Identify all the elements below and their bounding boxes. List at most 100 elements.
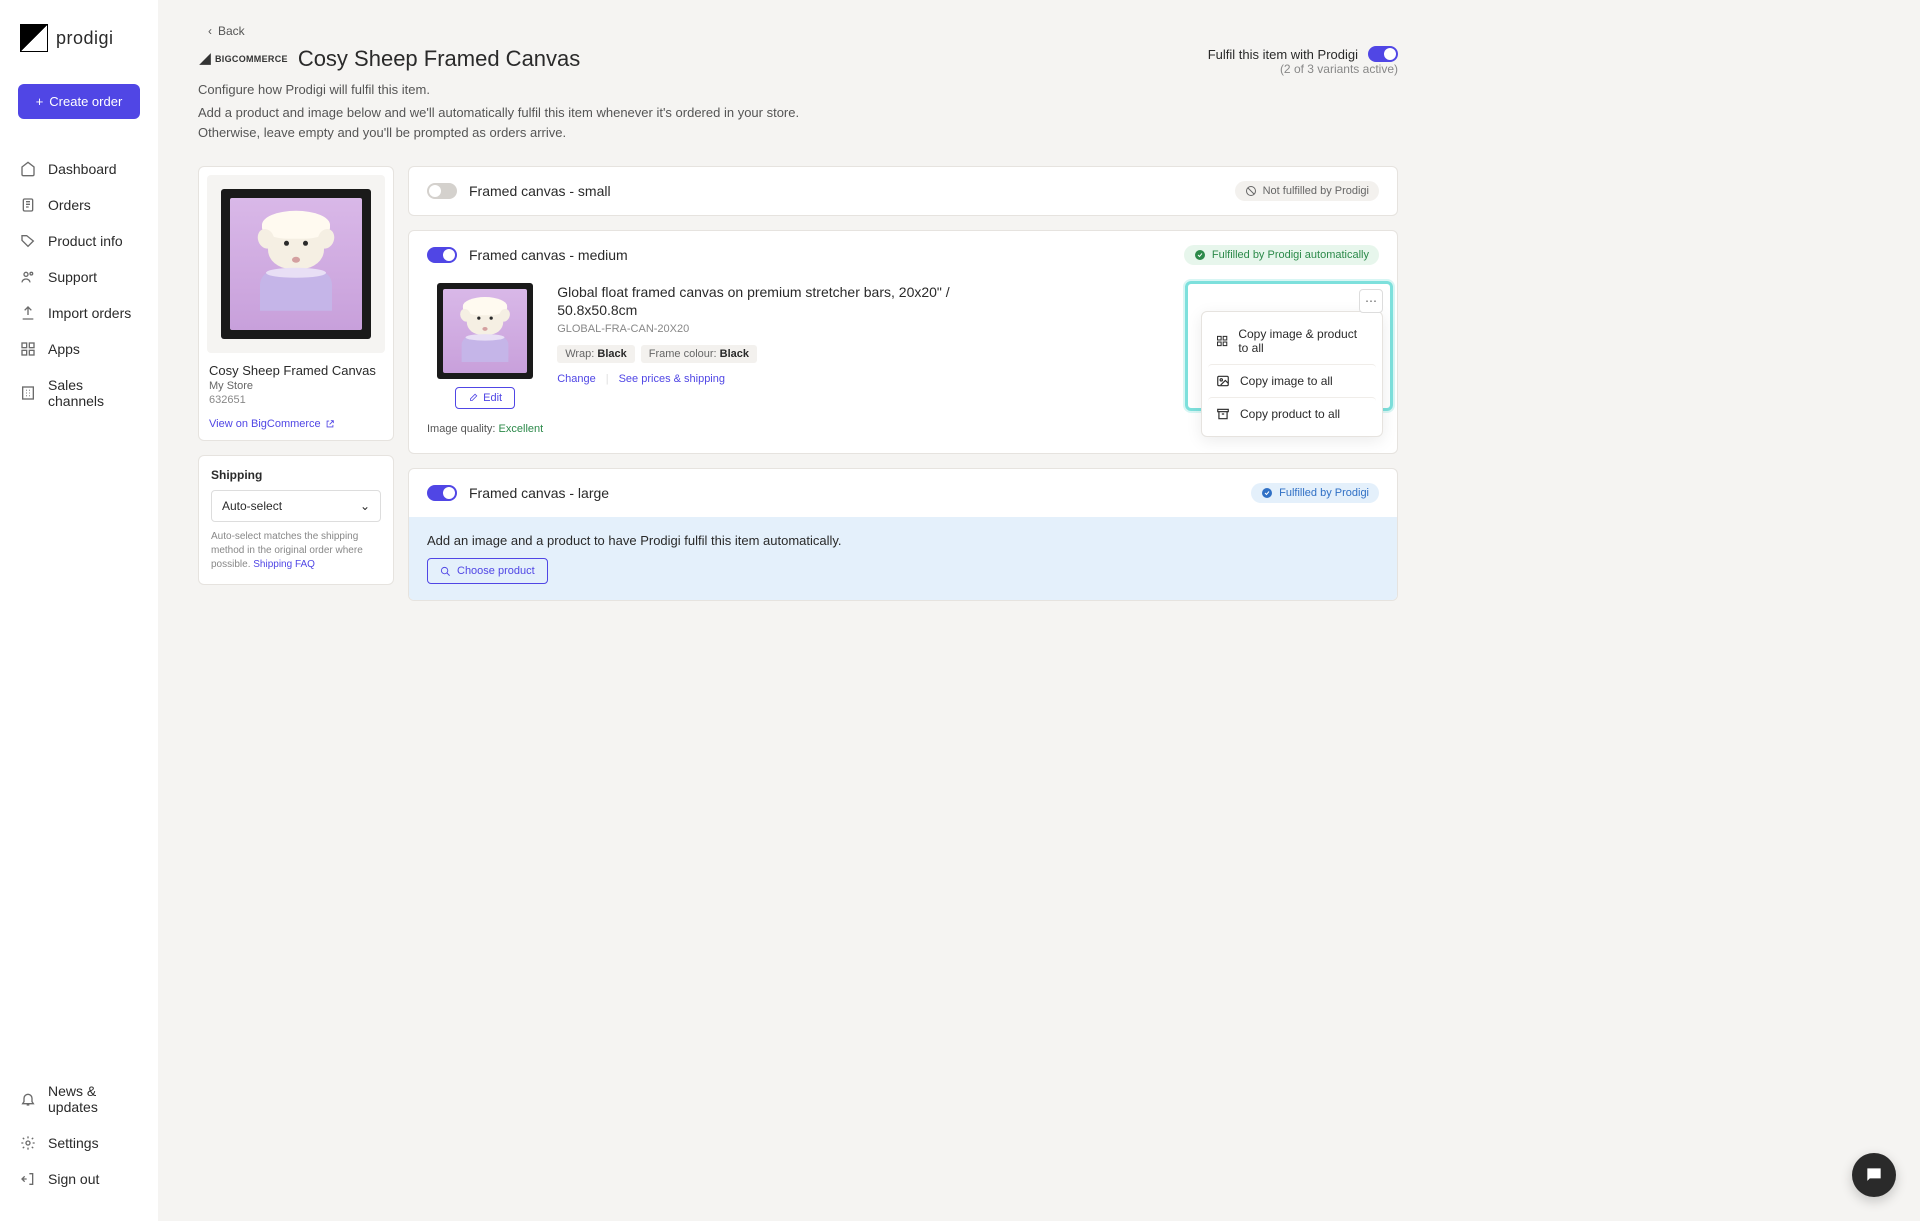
edit-icon — [468, 393, 478, 403]
search-icon — [440, 566, 451, 577]
sign-out-icon — [20, 1171, 36, 1187]
chevron-left-icon: ‹ — [208, 24, 212, 38]
chat-fab[interactable] — [1852, 1153, 1896, 1197]
nav-settings[interactable]: Settings — [0, 1125, 158, 1161]
variant-product-name: Global float framed canvas on premium st… — [557, 283, 977, 319]
variant-actions-menu: Copy image & product to all Copy image t… — [1201, 311, 1383, 437]
variant-card-large: Framed canvas - large Fulfilled by Prodi… — [408, 468, 1398, 601]
copy-product-action[interactable]: Copy product to all — [1208, 397, 1376, 430]
nav-import-orders[interactable]: Import orders — [0, 295, 158, 331]
logo-mark-icon — [20, 24, 48, 52]
product-image — [207, 175, 385, 353]
grid-icon — [20, 341, 36, 357]
shipping-label: Shipping — [211, 468, 381, 482]
shipping-faq-link[interactable]: Shipping FAQ — [253, 559, 315, 570]
image-icon — [1216, 374, 1230, 388]
back-label: Back — [218, 24, 245, 38]
check-circle-icon — [1261, 487, 1273, 499]
shipping-note: Auto-select matches the shipping method … — [211, 530, 381, 572]
prices-link[interactable]: See prices & shipping — [609, 373, 735, 385]
nav-apps[interactable]: Apps — [0, 331, 158, 367]
product-card: Cosy Sheep Framed Canvas My Store 632651… — [198, 166, 394, 441]
product-name: Cosy Sheep Framed Canvas — [209, 363, 383, 378]
upload-icon — [20, 305, 36, 321]
platform-badge: BIGCOMMERCE — [198, 52, 288, 66]
nav-label: Settings — [48, 1135, 99, 1151]
cta-panel: Add an image and a product to have Prodi… — [409, 517, 1397, 600]
nav-sign-out[interactable]: Sign out — [0, 1161, 158, 1197]
variant-toggle[interactable] — [427, 247, 457, 263]
variant-menu-button[interactable]: ⋯ — [1359, 289, 1383, 313]
nav-support[interactable]: Support — [0, 259, 158, 295]
status-badge: Fulfilled by Prodigi — [1251, 483, 1379, 503]
product-store: My Store — [209, 380, 383, 392]
fulfil-label: Fulfil this item with Prodigi — [1208, 47, 1358, 62]
bell-icon — [20, 1091, 36, 1107]
nav-label: Sign out — [48, 1171, 99, 1187]
variant-sku: GLOBAL-FRA-CAN-20X20 — [557, 323, 977, 335]
bigcommerce-icon — [198, 52, 212, 66]
attr-badge: Frame colour: Black — [641, 345, 757, 363]
nav-label: Sales channels — [48, 377, 138, 409]
nav-label: Orders — [48, 197, 91, 213]
choose-product-button[interactable]: Choose product — [427, 558, 548, 584]
chevron-down-icon: ⌄ — [360, 499, 370, 513]
change-link[interactable]: Change — [557, 373, 606, 385]
nav-bottom: News & updates Settings Sign out — [0, 1073, 158, 1197]
copy-image-product-action[interactable]: Copy image & product to all — [1208, 318, 1376, 364]
nav-dashboard[interactable]: Dashboard — [0, 151, 158, 187]
fulfil-sub: (2 of 3 variants active) — [1208, 62, 1398, 76]
chat-icon — [1864, 1165, 1884, 1185]
fulfil-toggle-group: Fulfil this item with Prodigi (2 of 3 va… — [1208, 46, 1398, 76]
users-icon — [20, 269, 36, 285]
status-badge: Fulfilled by Prodigi automatically — [1184, 245, 1379, 265]
copy-image-action[interactable]: Copy image to all — [1208, 364, 1376, 397]
gear-icon — [20, 1135, 36, 1151]
check-circle-icon — [1194, 249, 1206, 261]
nav-label: Dashboard — [48, 161, 117, 177]
plus-icon: + — [36, 94, 44, 109]
variant-card-medium: Framed canvas - medium Fulfilled by Prod… — [408, 230, 1398, 454]
variant-name: Framed canvas - large — [469, 485, 609, 501]
cta-message: Add an image and a product to have Prodi… — [427, 533, 1379, 548]
external-link-icon — [325, 419, 335, 429]
image-quality: Image quality: Excellent — [427, 423, 543, 435]
variant-toggle[interactable] — [427, 183, 457, 199]
dots-icon: ⋯ — [1365, 294, 1377, 308]
sidebar: prodigi + Create order Dashboard Orders … — [0, 0, 158, 1221]
main-content: ‹ Back BIGCOMMERCE Cosy Sheep Framed Can… — [158, 0, 1438, 1221]
variant-image — [437, 283, 533, 379]
description: Add a product and image below and we'll … — [198, 103, 848, 142]
back-link[interactable]: ‹ Back — [208, 24, 245, 38]
create-order-label: Create order — [49, 94, 122, 109]
shipping-value: Auto-select — [222, 499, 282, 513]
fulfil-toggle[interactable] — [1368, 46, 1398, 62]
clipboard-icon — [20, 197, 36, 213]
variant-toggle[interactable] — [427, 485, 457, 501]
attr-badge: Wrap: Black — [557, 345, 635, 363]
ban-icon — [1245, 185, 1257, 197]
nav-label: Support — [48, 269, 97, 285]
shipping-select[interactable]: Auto-select ⌄ — [211, 490, 381, 522]
page-title: Cosy Sheep Framed Canvas — [298, 46, 580, 72]
product-id: 632651 — [209, 394, 383, 406]
subtitle: Configure how Prodigi will fulfil this i… — [198, 82, 1398, 97]
nav-news[interactable]: News & updates — [0, 1073, 158, 1125]
nav-label: News & updates — [48, 1083, 138, 1115]
nav-product-info[interactable]: Product info — [0, 223, 158, 259]
nav-sales-channels[interactable]: Sales channels — [0, 367, 158, 419]
logo: prodigi — [0, 24, 158, 52]
grid-plus-icon — [1216, 334, 1228, 348]
nav-label: Import orders — [48, 305, 131, 321]
shipping-card: Shipping Auto-select ⌄ Auto-select match… — [198, 455, 394, 585]
home-icon — [20, 161, 36, 177]
view-on-platform-link[interactable]: View on BigCommerce — [209, 418, 335, 430]
nav-orders[interactable]: Orders — [0, 187, 158, 223]
edit-image-button[interactable]: Edit — [455, 387, 515, 409]
create-order-button[interactable]: + Create order — [18, 84, 140, 119]
building-icon — [20, 385, 36, 401]
nav-list: Dashboard Orders Product info Support Im… — [0, 151, 158, 1073]
archive-icon — [1216, 407, 1230, 421]
brand-name: prodigi — [56, 28, 114, 49]
nav-label: Apps — [48, 341, 80, 357]
